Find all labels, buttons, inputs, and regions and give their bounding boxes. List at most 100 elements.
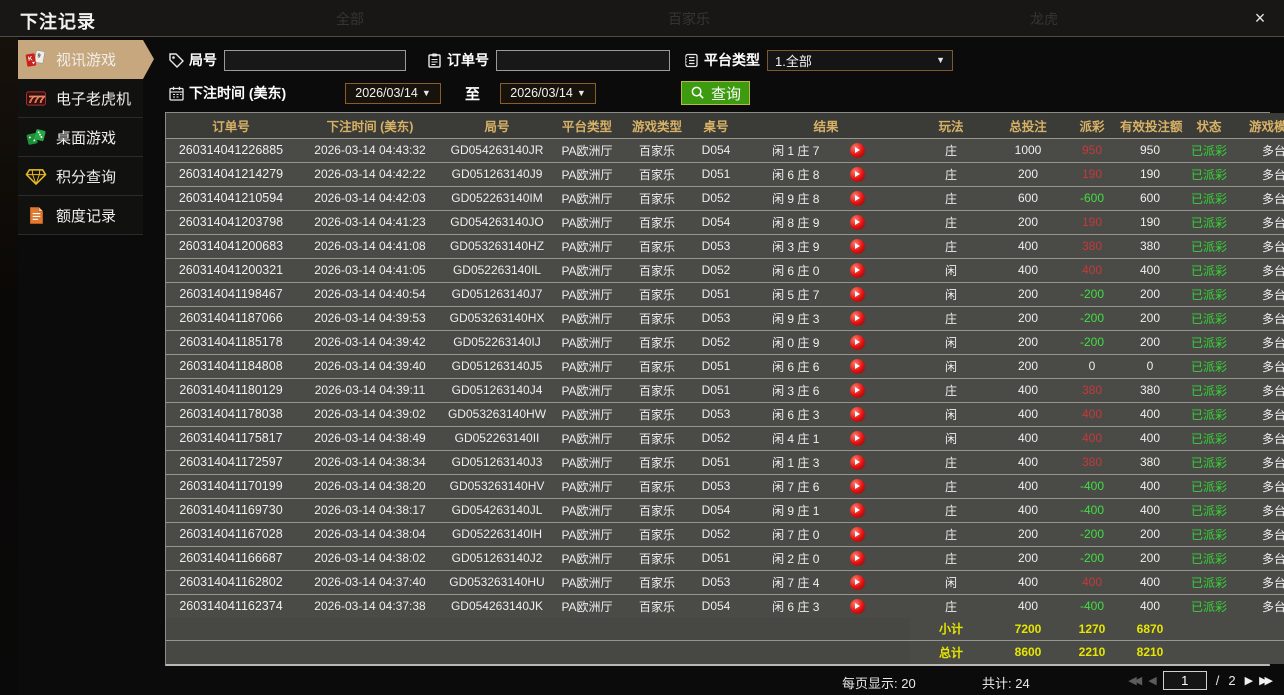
chevron-down-icon: ▼ bbox=[421, 88, 431, 98]
column-header: 玩法 bbox=[910, 113, 992, 139]
background-tab: 龙虎 bbox=[1030, 11, 1058, 27]
column-header: 局号 bbox=[444, 113, 550, 139]
play-icon bbox=[855, 339, 861, 345]
table-row: 260314041170199 2026-03-14 04:38:20 GD05… bbox=[166, 474, 1284, 499]
play-icon bbox=[855, 219, 861, 225]
previous-page-icon[interactable]: ◀ bbox=[1148, 674, 1156, 687]
subtotal-payout: 1270 bbox=[1064, 617, 1120, 641]
play-video-button[interactable] bbox=[849, 478, 865, 494]
column-header: 平台类型 bbox=[550, 113, 624, 139]
play-video-button[interactable] bbox=[849, 358, 865, 374]
column-header: 游戏类型 bbox=[624, 113, 690, 139]
play-video-button[interactable] bbox=[849, 238, 865, 254]
filter-form: 局号 订单号 平台类型 1.全部 ▼ 下注时间 (美东) 2026/03/14 … bbox=[160, 37, 1270, 112]
bet-records-table: 订单号 下注时间 (美东) 局号 平台类型 游戏类型 桌号 结果 玩法 总投注 派彩 有效投注额 状态… bbox=[165, 112, 1284, 666]
table-body: 260314041226885 2026-03-14 04:43:32 GD05… bbox=[166, 138, 1284, 618]
table-row: 260314041172597 2026-03-14 04:38:34 GD05… bbox=[166, 450, 1284, 475]
play-video-button[interactable] bbox=[849, 550, 865, 566]
play-video-button[interactable] bbox=[849, 286, 865, 302]
query-button[interactable]: 查询 bbox=[681, 81, 751, 105]
play-video-button[interactable] bbox=[849, 406, 865, 422]
subtotal-label: 小计 bbox=[910, 617, 992, 641]
pagination: ◀◀ ◀ / 2 ▶ ▶▶ bbox=[1128, 671, 1273, 690]
first-page-icon[interactable]: ◀◀ bbox=[1128, 674, 1142, 687]
sidebar-item-slots[interactable]: 777 电子老虎机 bbox=[18, 79, 143, 118]
grand-total-payout: 2210 bbox=[1064, 640, 1120, 664]
subtotal-total-bet: 7200 bbox=[992, 617, 1064, 641]
play-icon bbox=[855, 411, 861, 417]
play-icon bbox=[855, 195, 861, 201]
svg-text:777: 777 bbox=[29, 94, 46, 105]
table-row: 260314041162802 2026-03-14 04:37:40 GD05… bbox=[166, 570, 1284, 595]
order-no-label: 订单号 bbox=[447, 52, 489, 68]
play-video-button[interactable] bbox=[849, 574, 865, 590]
date-to-picker[interactable]: 2026/03/14 ▼ bbox=[500, 82, 596, 104]
title-bar: 全部 百家乐 龙虎 下注记录 × bbox=[0, 0, 1284, 37]
play-video-button[interactable] bbox=[849, 166, 865, 182]
play-video-button[interactable] bbox=[849, 382, 865, 398]
column-header: 订单号 bbox=[166, 113, 296, 139]
column-header: 有效投注额 bbox=[1120, 113, 1183, 139]
play-video-button[interactable] bbox=[849, 334, 865, 350]
page-title: 下注记录 bbox=[20, 12, 96, 32]
play-video-button[interactable] bbox=[849, 598, 865, 614]
list-icon bbox=[683, 52, 700, 69]
table-row: 260314041203798 2026-03-14 04:41:23 GD05… bbox=[166, 210, 1284, 235]
sidebar-item-quota-record[interactable]: 额度记录 bbox=[18, 196, 143, 235]
bet-time-label: 下注时间 (美东) bbox=[189, 85, 287, 101]
play-icon bbox=[855, 291, 861, 297]
play-video-button[interactable] bbox=[849, 454, 865, 470]
play-video-button[interactable] bbox=[849, 310, 865, 326]
search-icon bbox=[690, 85, 707, 102]
order-no-input[interactable] bbox=[496, 49, 670, 71]
sidebar-item-video-games[interactable]: 9 K ♥ 视讯游戏 bbox=[18, 40, 154, 79]
date-from-picker[interactable]: 2026/03/14 ▼ bbox=[345, 82, 441, 104]
round-no-label: 局号 bbox=[189, 52, 217, 68]
table-row: 260314041200321 2026-03-14 04:41:05 GD05… bbox=[166, 258, 1284, 283]
table-row: 260314041169730 2026-03-14 04:38:17 GD05… bbox=[166, 498, 1284, 523]
play-icon bbox=[855, 435, 861, 441]
play-video-button[interactable] bbox=[849, 526, 865, 542]
table-header-row: 订单号 下注时间 (美东) 局号 平台类型 游戏类型 桌号 结果 玩法 总投注 派彩 有效投注额 状态… bbox=[166, 113, 1284, 139]
table-row: 260314041185178 2026-03-14 04:39:42 GD05… bbox=[166, 330, 1284, 355]
table-row: 260314041162374 2026-03-14 04:37:38 GD05… bbox=[166, 594, 1284, 618]
platform-type-value: 1.全部 bbox=[775, 53, 812, 69]
gem-icon bbox=[25, 166, 47, 186]
next-page-icon[interactable]: ▶ bbox=[1245, 674, 1253, 687]
column-header: 下注时间 (美东) bbox=[296, 113, 444, 139]
play-icon bbox=[855, 483, 861, 489]
table-row: 260314041175817 2026-03-14 04:38:49 GD05… bbox=[166, 426, 1284, 451]
chevron-down-icon: ▼ bbox=[936, 55, 945, 65]
total-count-label: 共计: 24 bbox=[982, 676, 1030, 691]
sidebar: 9 K ♥ 视讯游戏 777 电子老虎机 桌面游戏 积分查询 额度记录 bbox=[18, 40, 154, 235]
play-video-button[interactable] bbox=[849, 502, 865, 518]
play-video-button[interactable] bbox=[849, 262, 865, 278]
play-video-button[interactable] bbox=[849, 142, 865, 158]
betting-record-dialog: 全部 百家乐 龙虎 下注记录 × 9 K ♥ 视讯游戏 777 电子老虎机 桌面游戏 积分查询… bbox=[0, 0, 1284, 695]
close-icon[interactable]: × bbox=[1250, 8, 1270, 28]
play-icon bbox=[855, 315, 861, 321]
round-no-input[interactable] bbox=[224, 49, 406, 71]
date-to-value: 2026/03/14 bbox=[510, 86, 573, 100]
play-video-button[interactable] bbox=[849, 214, 865, 230]
sidebar-item-points-query[interactable]: 积分查询 bbox=[18, 157, 143, 196]
query-button-label: 查询 bbox=[711, 85, 742, 103]
last-page-icon[interactable]: ▶▶ bbox=[1259, 674, 1273, 687]
play-icon bbox=[855, 363, 861, 369]
play-icon bbox=[855, 147, 861, 153]
play-icon bbox=[855, 267, 861, 273]
page-number-input[interactable] bbox=[1162, 671, 1207, 690]
play-video-button[interactable] bbox=[849, 430, 865, 446]
table-row: 260314041167028 2026-03-14 04:38:04 GD05… bbox=[166, 522, 1284, 547]
sidebar-item-table-games[interactable]: 桌面游戏 bbox=[18, 118, 143, 157]
chevron-down-icon: ▼ bbox=[576, 88, 586, 98]
dice-icon bbox=[25, 127, 47, 147]
platform-type-select[interactable]: 1.全部 ▼ bbox=[767, 49, 953, 71]
total-pages: 2 bbox=[1228, 673, 1236, 688]
grand-total-valid-bet: 8210 bbox=[1120, 640, 1180, 664]
table-row: 260314041180129 2026-03-14 04:39:11 GD05… bbox=[166, 378, 1284, 403]
play-icon bbox=[855, 243, 861, 249]
play-icon bbox=[855, 603, 861, 609]
background-edge bbox=[0, 37, 18, 695]
play-video-button[interactable] bbox=[849, 190, 865, 206]
